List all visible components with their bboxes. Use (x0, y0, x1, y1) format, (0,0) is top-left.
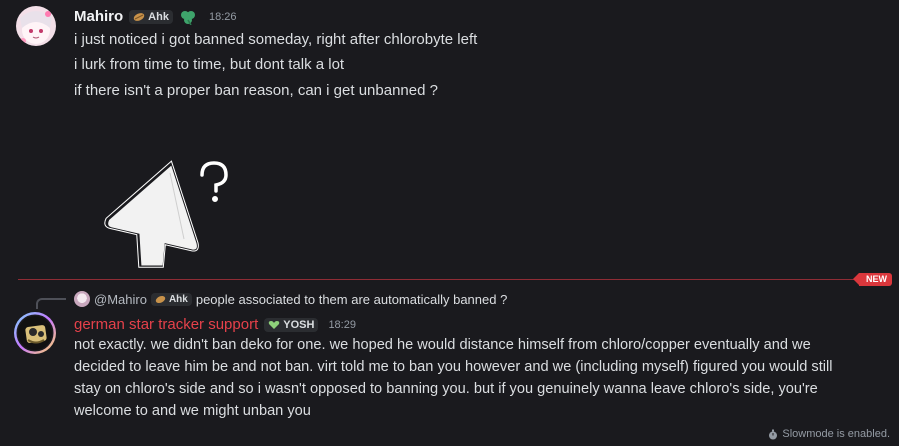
mahiro-line-3: if there isn't a proper ban reason, can … (74, 82, 438, 99)
gst-tag-label: YOSH (283, 318, 315, 331)
clover-icon (180, 10, 195, 25)
reply-text: people associated to them are automatica… (195, 291, 508, 307)
mahiro-line-2: i lurk from time to time, but dont talk … (74, 56, 345, 73)
gst-guild-tag[interactable]: YOSH (264, 317, 319, 332)
stopwatch-icon (769, 429, 778, 439)
reply-preview[interactable]: @Mahiro Ahk people associated to them ar… (74, 291, 507, 307)
new-badge: NEW (853, 273, 892, 286)
message-gst-support: german star tracker support YOSH 18:29 n… (0, 310, 899, 420)
reply-avatar (74, 291, 90, 307)
reply-author[interactable]: @Mahiro (94, 292, 147, 307)
mahiro-timestamp: 18:26 (208, 10, 237, 23)
mahiro-avatar[interactable] (16, 6, 56, 46)
reply-tag-label: Ahk (168, 293, 188, 305)
leaf-icon (133, 12, 145, 21)
gst-line-1: not exactly. we didn't ban deko for one.… (74, 337, 811, 353)
slowmode-indicator: Slowmode is enabled. (768, 428, 890, 440)
gst-line-3: stay on chloro's side and so i wasn't op… (74, 381, 818, 397)
mahiro-line-1: i just noticed i got banned someday, rig… (74, 31, 478, 48)
gst-avatar[interactable] (14, 312, 56, 354)
question-cone-sticker[interactable] (100, 155, 240, 270)
gst-author-name[interactable]: german star tracker support (74, 316, 258, 333)
reply-spine (36, 298, 66, 309)
message-mahiro: Mahiro Ahk 18:26 i just noticed i got ba… (0, 0, 899, 270)
heart-icon (269, 320, 280, 329)
leaf-icon (155, 295, 166, 303)
gst-line-4: welcome to and we might unban you (74, 403, 311, 419)
gst-line-2: decided to leave him be and not ban. vir… (74, 359, 833, 375)
mahiro-tag-label: Ahk (148, 10, 169, 23)
gst-timestamp: 18:29 (328, 318, 356, 331)
mahiro-guild-tag[interactable]: Ahk (129, 9, 173, 24)
reply-guild-tag[interactable]: Ahk (150, 292, 192, 306)
mahiro-author-name[interactable]: Mahiro (74, 8, 123, 25)
slowmode-text: Slowmode is enabled. (782, 428, 890, 440)
new-messages-divider (18, 279, 870, 280)
